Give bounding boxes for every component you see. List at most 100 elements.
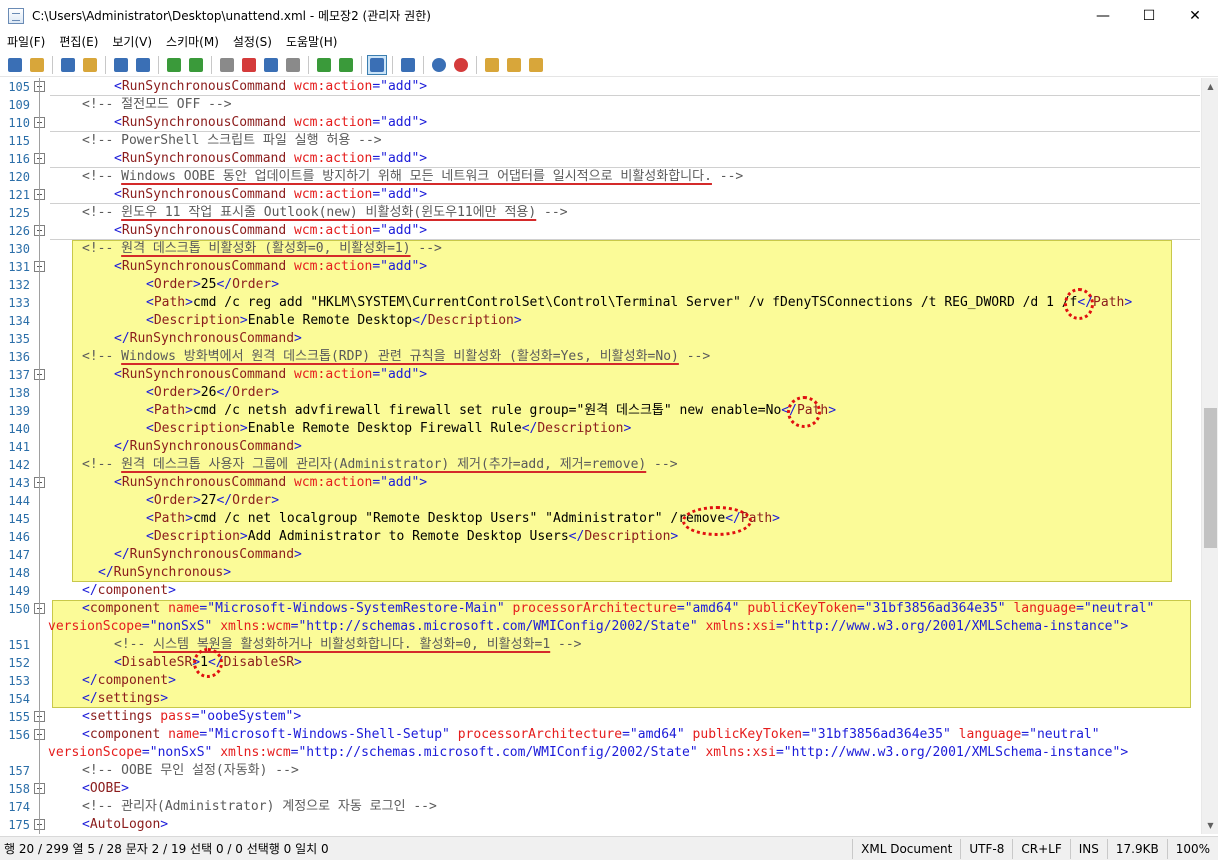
document-type[interactable]: XML Document — [852, 838, 960, 859]
code-line[interactable]: 174 <!-- 관리자(Administrator) 계정으로 자동 로그인 -… — [0, 798, 1200, 816]
code-line[interactable]: 148 </RunSynchronous> — [0, 564, 1200, 582]
maximize-button[interactable]: ☐ — [1126, 0, 1172, 31]
code-line[interactable]: 109 <!-- 절전모드 OFF --> — [0, 96, 1200, 114]
code-line[interactable]: 126 <RunSynchronousCommand wcm:action="ad… — [0, 222, 1200, 240]
code-line[interactable]: 146 <Description>Add Administrator to Rem… — [0, 528, 1200, 546]
code-line[interactable]: 147 </RunSynchronousCommand> — [0, 546, 1200, 564]
save-as-icon[interactable] — [133, 55, 153, 75]
code-line[interactable]: 120 <!-- Windows OOBE 동안 업데이트를 방지하기 위해 모든… — [0, 168, 1200, 186]
code-line[interactable]: 142 <!-- 원격 데스크톱 사용자 그룹에 관리자(Administrato… — [0, 456, 1200, 474]
code-line[interactable]: 125 <!-- 윈도우 11 작업 표시줄 Outlook(new) 비활성화(… — [0, 204, 1200, 222]
encoding[interactable]: UTF-8 — [960, 838, 1012, 859]
code-line[interactable]: 116 <RunSynchronousCommand wcm:action="ad… — [0, 150, 1200, 168]
code-line[interactable]: 135 </RunSynchronousCommand> — [0, 330, 1200, 348]
code-line[interactable]: 140 <Description>Enable Remote Desktop Fi… — [0, 420, 1200, 438]
toolbar-separator — [105, 55, 106, 74]
line-number: 135 — [8, 332, 30, 346]
save-disk-icon[interactable] — [111, 55, 131, 75]
code-token: "neutral" — [1083, 601, 1155, 616]
menu-schema[interactable]: 스키마(M) — [159, 33, 226, 50]
code-token: Order — [153, 385, 193, 400]
code-line[interactable]: 134 <Description>Enable Remote Desktop</D… — [0, 312, 1200, 330]
code-line[interactable]: 157 <!-- OOBE 무인 설정(자동화) --> — [0, 762, 1200, 780]
menu-settings[interactable]: 설정(S) — [226, 33, 279, 50]
code-line[interactable]: 136 <!-- Windows 방화벽에서 원격 데스크톱(RDP) 관련 규칙… — [0, 348, 1200, 366]
open-folder-icon[interactable] — [27, 55, 47, 75]
code-line[interactable]: 175 <AutoLogon> — [0, 816, 1200, 834]
code-line[interactable]: 149 </component> — [0, 582, 1200, 600]
zoom-out-icon[interactable] — [451, 55, 471, 75]
scroll-thumb[interactable] — [1204, 408, 1217, 548]
find-icon[interactable] — [314, 55, 334, 75]
exit-icon[interactable] — [526, 55, 546, 75]
code-line[interactable]: 131 <RunSynchronousCommand wcm:action="ad… — [0, 258, 1200, 276]
menu-help[interactable]: 도움말(H) — [279, 33, 345, 50]
open-doc-icon[interactable] — [80, 55, 100, 75]
scroll-down-icon[interactable]: ▼ — [1202, 817, 1218, 834]
menu-view[interactable]: 보기(V) — [105, 33, 159, 50]
code-line[interactable]: 115 <!-- PowerShell 스크립트 파일 실행 허용 --> — [0, 132, 1200, 150]
insert-mode[interactable]: INS — [1069, 838, 1107, 859]
code-line[interactable]: 138 <Order>26</Order> — [0, 384, 1200, 402]
code-line[interactable]: 110 <RunSynchronousCommand wcm:action="ad… — [0, 114, 1200, 132]
code-line[interactable]: 137 <RunSynchronousCommand wcm:action="ad… — [0, 366, 1200, 384]
code-line[interactable]: 141 </RunSynchronousCommand> — [0, 438, 1200, 456]
vertical-scrollbar[interactable]: ▲ ▼ — [1201, 78, 1218, 834]
redo-icon[interactable] — [186, 55, 206, 75]
code-line[interactable]: 151 <!-- 시스템 복원을 활성화하거나 비활성화합니다. 활성화=0, 비… — [0, 636, 1200, 654]
code-line[interactable]: versionScope="nonSxS" xmlns:wcm="http://… — [0, 744, 1200, 762]
code-line[interactable]: 132 <Order>25</Order> — [0, 276, 1200, 294]
code-line[interactable]: 145 <Path>cmd /c net localgroup "Remote D… — [0, 510, 1200, 528]
code-token: 26 — [200, 385, 217, 400]
line-number: 145 — [8, 512, 30, 526]
code-line[interactable]: 143 <RunSynchronousCommand wcm:action="ad… — [0, 474, 1200, 492]
code-line[interactable]: 155 <settings pass="oobeSystem"> — [0, 708, 1200, 726]
schema-icon[interactable] — [482, 55, 502, 75]
zoom-level[interactable]: 100% — [1166, 838, 1218, 859]
code-line[interactable]: 105 <RunSynchronousCommand wcm:action="ad… — [0, 78, 1200, 96]
code-line[interactable]: versionScope="nonSxS" xmlns:wcm="http://… — [0, 618, 1200, 636]
code-line[interactable]: 139 <Path>cmd /c netsh advfirewall firewa… — [0, 402, 1200, 420]
cut-icon[interactable] — [217, 55, 237, 75]
code-token: wcm:action — [294, 367, 373, 382]
code-editor[interactable]: 105 <RunSynchronousCommand wcm:action="ad… — [0, 78, 1218, 834]
undo-icon[interactable] — [164, 55, 184, 75]
minimize-button[interactable]: — — [1080, 0, 1126, 31]
code-token: settings — [97, 691, 161, 706]
paste-icon[interactable] — [283, 55, 303, 75]
code-line[interactable]: 154 </settings> — [0, 690, 1200, 708]
code-token: = — [856, 601, 865, 616]
code-line[interactable]: 133 <Path>cmd /c reg add "HKLM\SYSTEM\Cur… — [0, 294, 1200, 312]
code-line[interactable]: 152 <DisableSR>1</DisableSR> — [0, 654, 1200, 672]
code-line[interactable]: 150 <component name = "Microsoft-Windows-Sy… — [0, 600, 1200, 618]
delete-icon[interactable] — [239, 55, 259, 75]
code-token: < — [114, 115, 122, 130]
code-token: --> — [711, 169, 744, 184]
word-wrap-icon[interactable] — [367, 54, 387, 75]
replace-icon[interactable] — [336, 55, 356, 75]
annotation-circle — [1064, 288, 1094, 320]
line-ending[interactable]: CR+LF — [1012, 838, 1069, 859]
code-token: OOBE — [89, 781, 122, 796]
code-line[interactable]: 153 </component> — [0, 672, 1200, 690]
code-token: RunSynchronousCommand — [121, 223, 287, 238]
menu-file[interactable]: 파일(F) — [0, 33, 52, 50]
close-button[interactable]: ✕ — [1172, 0, 1218, 31]
code-line[interactable]: 121 <RunSynchronousCommand wcm:action="ad… — [0, 186, 1200, 204]
scroll-up-icon[interactable]: ▲ — [1202, 78, 1218, 95]
list-dropdown-icon[interactable] — [398, 55, 418, 75]
settings-doc-icon[interactable] — [504, 55, 524, 75]
zoom-in-icon[interactable] — [429, 55, 449, 75]
code-line[interactable]: 156 <component name = "Microsoft-Windows-Sh… — [0, 726, 1200, 744]
code-line[interactable]: 144 <Order>27</Order> — [0, 492, 1200, 510]
code-token: > — [271, 385, 280, 400]
new-file-icon[interactable] — [5, 55, 25, 75]
copy-icon[interactable] — [261, 55, 281, 75]
code-token: < — [146, 277, 154, 292]
new-doc-icon[interactable] — [58, 55, 78, 75]
menu-edit[interactable]: 편집(E) — [52, 33, 105, 50]
fold-guide — [39, 78, 40, 834]
line-number: 134 — [8, 314, 30, 328]
code-line[interactable]: 130 <!-- 원격 데스크톱 비활성화 (활성화=0, 비활성화=1) --> — [0, 240, 1200, 258]
code-line[interactable]: 158 <OOBE> — [0, 780, 1200, 798]
